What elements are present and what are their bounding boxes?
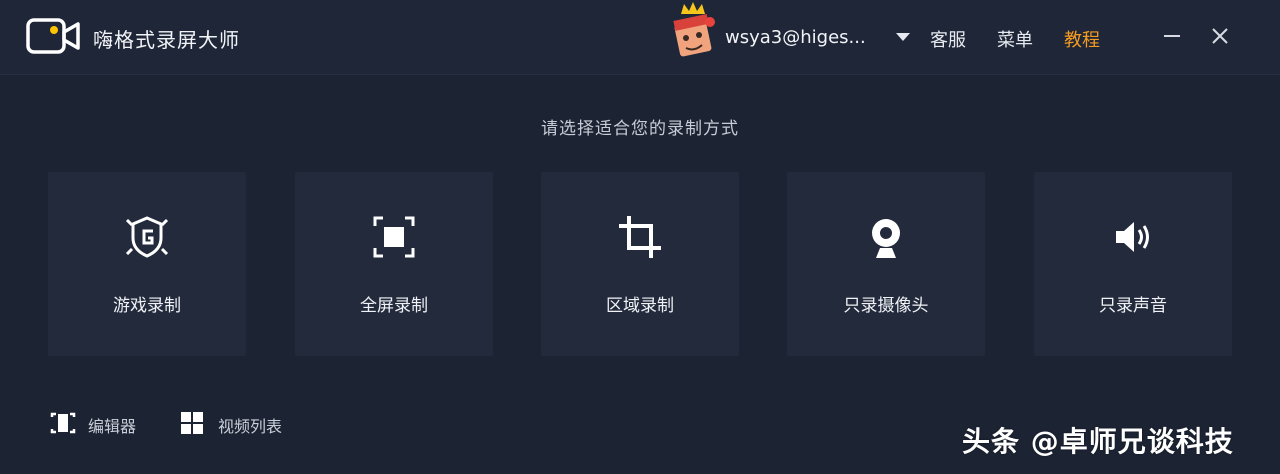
tutorial-link[interactable]: 教程 [1064,26,1100,52]
minimize-icon[interactable] [1158,22,1186,50]
menu-link[interactable]: 菜单 [997,26,1033,52]
game-record-label: 游戏录制 [113,296,181,316]
app-logo-icon [26,18,80,54]
webcam-record-label: 只录摄像头 [843,296,929,316]
grid-icon [181,412,203,434]
username[interactable]: wsya3@higes... [725,27,866,48]
region-record-card[interactable]: 区域录制 [541,172,739,356]
region-record-label: 区域录制 [606,296,674,316]
user-avatar[interactable] [668,0,718,62]
speaker-icon [1116,222,1149,252]
app-title: 嗨格式录屏大师 [93,28,240,52]
support-link[interactable]: 客服 [930,26,966,52]
webcam-icon [872,219,900,258]
crop-icon [619,216,661,258]
close-icon[interactable] [1206,22,1234,50]
editor-icon [50,412,76,434]
video-list-label: 视频列表 [218,417,283,436]
game-shield-icon [125,216,169,258]
title-bar: 嗨格式录屏大师 wsya3@higes... 客服 菜单 教程 [0,0,1280,75]
audio-record-label: 只录声音 [1099,296,1167,316]
editor-label: 编辑器 [88,417,137,436]
fullscreen-record-label: 全屏录制 [360,296,428,316]
fullscreen-record-card[interactable]: 全屏录制 [295,172,493,356]
watermark-text: 头条 @卓师兄谈科技 [962,425,1234,458]
game-record-card[interactable]: 游戏录制 [48,172,246,356]
account-dropdown-icon[interactable] [894,26,912,46]
audio-record-card[interactable]: 只录声音 [1034,172,1232,356]
mode-prompt: 请选择适合您的录制方式 [541,119,739,139]
fullscreen-icon [373,216,415,258]
webcam-record-card[interactable]: 只录摄像头 [787,172,985,356]
